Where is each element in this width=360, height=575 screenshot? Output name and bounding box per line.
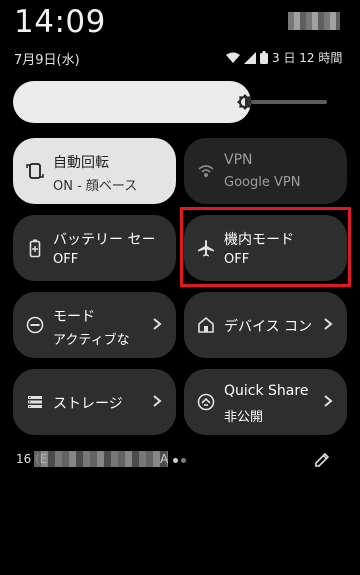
tile-device-controls[interactable]: デバイス コン: [184, 292, 347, 358]
clock-time: 14:09: [14, 4, 106, 40]
battery-icon: [260, 51, 268, 64]
tile-modes[interactable]: モード アクティブな: [13, 292, 176, 358]
battery-remaining-text: 3 日 12 時間: [272, 51, 343, 65]
brightness-slider[interactable]: [13, 81, 253, 123]
tile-title: 自動回転: [53, 155, 109, 171]
tile-title: バッテリー セー: [53, 232, 156, 248]
vpn-icon: [198, 165, 214, 177]
home-icon: [198, 316, 214, 333]
date-label: 7月9日(水): [14, 53, 80, 68]
status-icons: 3 日 12 時間: [226, 49, 342, 66]
page-dot: [181, 458, 186, 463]
tile-title: ストレージ: [53, 396, 123, 412]
do-not-disturb-icon: [26, 316, 44, 334]
tile-title: デバイス コン: [224, 319, 313, 335]
tile-quick-share[interactable]: Quick Share 非公開: [184, 369, 347, 435]
tile-vpn[interactable]: VPN Google VPN: [184, 138, 347, 204]
tile-subtitle: ON - 顔ベース: [53, 179, 138, 194]
signal-icon: [244, 51, 256, 64]
storage-icon: [28, 396, 42, 408]
redacted-build-number: [34, 451, 168, 467]
page-indicator: [173, 458, 186, 463]
tile-title: VPN: [224, 152, 253, 168]
tile-subtitle: 非公開: [224, 410, 264, 425]
tile-subtitle: アクティブな: [53, 333, 130, 348]
tile-title: Quick Share: [224, 383, 309, 399]
chevron-right-icon: [153, 395, 162, 407]
tile-subtitle: OFF: [53, 252, 79, 267]
chevron-right-icon: [153, 318, 162, 330]
brightness-track[interactable]: [251, 100, 327, 104]
tile-auto-rotate[interactable]: 自動回転 ON - 顔ベース: [13, 138, 176, 204]
battery-saver-icon: [29, 239, 41, 258]
page-dot-active: [173, 458, 178, 463]
edit-pencil-icon[interactable]: [313, 451, 331, 469]
tile-title: モード: [53, 309, 95, 325]
chevron-right-icon: [324, 395, 333, 407]
tile-subtitle: Google VPN: [224, 175, 301, 190]
redacted-carrier: [288, 12, 340, 30]
highlight-box: [180, 207, 351, 287]
quick-share-icon: [197, 393, 215, 411]
auto-rotate-icon: [26, 163, 44, 179]
tile-battery-saver[interactable]: バッテリー セー OFF: [13, 215, 176, 281]
tile-storage[interactable]: ストレージ: [13, 369, 176, 435]
build-number-suffix: A: [160, 452, 169, 466]
chevron-right-icon: [324, 318, 333, 330]
wifi-icon: [226, 52, 240, 63]
